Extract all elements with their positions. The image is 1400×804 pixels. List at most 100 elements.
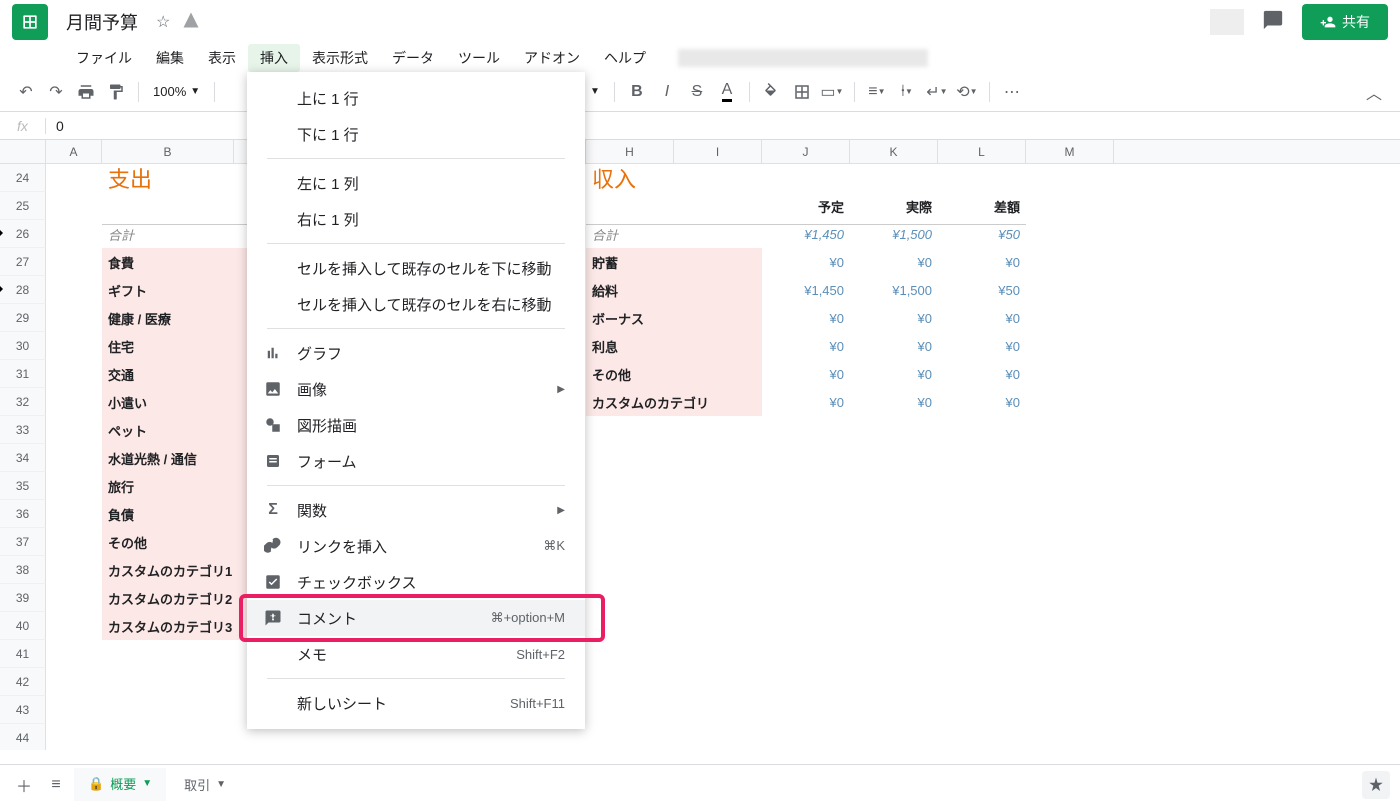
halign-button[interactable]: ≡▼	[863, 78, 891, 106]
col-header-J[interactable]: J	[762, 140, 850, 163]
cell[interactable]: ¥50	[938, 220, 1026, 248]
cell[interactable]: 合計	[102, 220, 234, 248]
all-sheets-button[interactable]: ≡	[42, 771, 70, 799]
row-header-33[interactable]: 33	[0, 416, 46, 444]
col-header-B[interactable]: B	[102, 140, 234, 163]
cell[interactable]: ¥0	[850, 304, 938, 332]
cell[interactable]: カスタムのカテゴリ	[586, 388, 762, 416]
cell[interactable]: ¥0	[938, 332, 1026, 360]
menu-ファイル[interactable]: ファイル	[64, 44, 144, 72]
open-comments-icon[interactable]	[1262, 9, 1284, 36]
star-icon[interactable]: ☆	[156, 12, 170, 32]
row-header-24[interactable]: 24	[0, 164, 46, 192]
cell[interactable]: ¥1,450	[762, 276, 850, 304]
menu-item-関数[interactable]: Σ関数▶	[247, 492, 585, 528]
menu-編集[interactable]: 編集	[144, 44, 196, 72]
menu-item-セルを挿入して既存のセルを下に移動[interactable]: セルを挿入して既存のセルを下に移動	[247, 250, 585, 286]
valign-button[interactable]: ⍿▼	[893, 78, 921, 106]
cell[interactable]: ¥1,500	[850, 276, 938, 304]
menu-item-フォーム[interactable]: フォーム	[247, 443, 585, 479]
explore-button[interactable]	[1362, 771, 1390, 799]
cell[interactable]: ¥0	[850, 332, 938, 360]
menu-item-下に 1 行[interactable]: 下に 1 行	[247, 116, 585, 152]
undo-button[interactable]: ↶	[12, 78, 40, 106]
row-header-38[interactable]: 38	[0, 556, 46, 584]
row-header-43[interactable]: 43	[0, 696, 46, 724]
paint-format-button[interactable]	[102, 78, 130, 106]
merge-button[interactable]: ▭▼	[818, 78, 846, 106]
row-header-39[interactable]: 39	[0, 584, 46, 612]
spreadsheet-area[interactable]: ABCDEFGHIJKLM 24252627282930313233343536…	[0, 140, 1400, 750]
sheets-logo[interactable]	[12, 4, 48, 40]
row-header-40[interactable]: 40	[0, 612, 46, 640]
menu-表示形式[interactable]: 表示形式	[300, 44, 380, 72]
row-header-42[interactable]: 42	[0, 668, 46, 696]
cell[interactable]: 利息	[586, 332, 762, 360]
menu-挿入[interactable]: 挿入	[248, 44, 300, 72]
row-header-34[interactable]: 34	[0, 444, 46, 472]
move-to-drive-icon[interactable]	[182, 11, 200, 34]
cell[interactable]: 予定	[762, 192, 850, 220]
cell[interactable]: ¥0	[762, 332, 850, 360]
text-color-button[interactable]: A	[713, 78, 741, 106]
cell[interactable]: ¥0	[850, 248, 938, 276]
cell[interactable]: その他	[586, 360, 762, 388]
rotate-button[interactable]: ⟲▼	[953, 78, 981, 106]
row-header-28[interactable]: 28	[0, 276, 46, 304]
more-tools-button[interactable]: ⋯	[998, 78, 1026, 106]
row-header-35[interactable]: 35	[0, 472, 46, 500]
cell[interactable]: ボーナス	[586, 304, 762, 332]
sheet-tab-active[interactable]: 🔒 概要 ▼	[74, 768, 166, 801]
cell[interactable]: ¥0	[850, 388, 938, 416]
menu-item-セルを挿入して既存のセルを右に移動[interactable]: セルを挿入して既存のセルを右に移動	[247, 286, 585, 322]
menu-item-右に 1 列[interactable]: 右に 1 列	[247, 201, 585, 237]
cell[interactable]: ¥0	[762, 388, 850, 416]
col-header-H[interactable]: H	[586, 140, 674, 163]
cell[interactable]: ¥0	[762, 248, 850, 276]
menu-item-画像[interactable]: 画像▶	[247, 371, 585, 407]
row-header-32[interactable]: 32	[0, 388, 46, 416]
row-header-41[interactable]: 41	[0, 640, 46, 668]
cell[interactable]: ¥0	[762, 304, 850, 332]
borders-button[interactable]	[788, 78, 816, 106]
col-header-K[interactable]: K	[850, 140, 938, 163]
cell[interactable]: 貯蓄	[586, 248, 762, 276]
menu-ヘルプ[interactable]: ヘルプ	[592, 44, 658, 72]
cell[interactable]: 実際	[850, 192, 938, 220]
row-header-44[interactable]: 44	[0, 724, 46, 750]
account-avatar[interactable]	[1210, 9, 1244, 35]
col-header-M[interactable]: M	[1026, 140, 1114, 163]
menu-アドオン[interactable]: アドオン	[512, 44, 592, 72]
row-header-30[interactable]: 30	[0, 332, 46, 360]
cell[interactable]: ¥0	[850, 360, 938, 388]
menu-item-リンクを挿入[interactable]: リンクを挿入⌘K	[247, 528, 585, 564]
menu-item-左に 1 列[interactable]: 左に 1 列	[247, 165, 585, 201]
cell[interactable]: ¥50	[938, 276, 1026, 304]
cell[interactable]: ¥0	[938, 304, 1026, 332]
strike-button[interactable]: S	[683, 78, 711, 106]
menu-item-新しいシート[interactable]: 新しいシートShift+F11	[247, 685, 585, 721]
row-header-26[interactable]: 26	[0, 220, 46, 248]
menu-item-メモ[interactable]: メモShift+F2	[247, 636, 585, 672]
cell[interactable]: ¥1,450	[762, 220, 850, 248]
cell[interactable]: ¥0	[938, 248, 1026, 276]
menu-item-コメント[interactable]: +コメント⌘+option+M	[247, 600, 585, 636]
cell[interactable]: 収入	[586, 164, 762, 192]
sheet-tab-other[interactable]: 取引 ▼	[170, 769, 240, 800]
menu-データ[interactable]: データ	[380, 44, 446, 72]
row-header-31[interactable]: 31	[0, 360, 46, 388]
cell[interactable]: ¥0	[762, 360, 850, 388]
menu-ツール[interactable]: ツール	[446, 44, 512, 72]
wrap-button[interactable]: ↵▼	[923, 78, 951, 106]
cell[interactable]: 給料	[586, 276, 762, 304]
cell[interactable]: ¥0	[938, 360, 1026, 388]
row-header-36[interactable]: 36	[0, 500, 46, 528]
row-header-25[interactable]: 25	[0, 192, 46, 220]
col-header-I[interactable]: I	[674, 140, 762, 163]
menu-item-図形描画[interactable]: 図形描画	[247, 407, 585, 443]
add-sheet-button[interactable]: ＋	[10, 771, 38, 799]
row-header-29[interactable]: 29	[0, 304, 46, 332]
cell[interactable]: ¥0	[938, 388, 1026, 416]
cell[interactable]: 差額	[938, 192, 1026, 220]
menu-item-グラフ[interactable]: グラフ	[247, 335, 585, 371]
